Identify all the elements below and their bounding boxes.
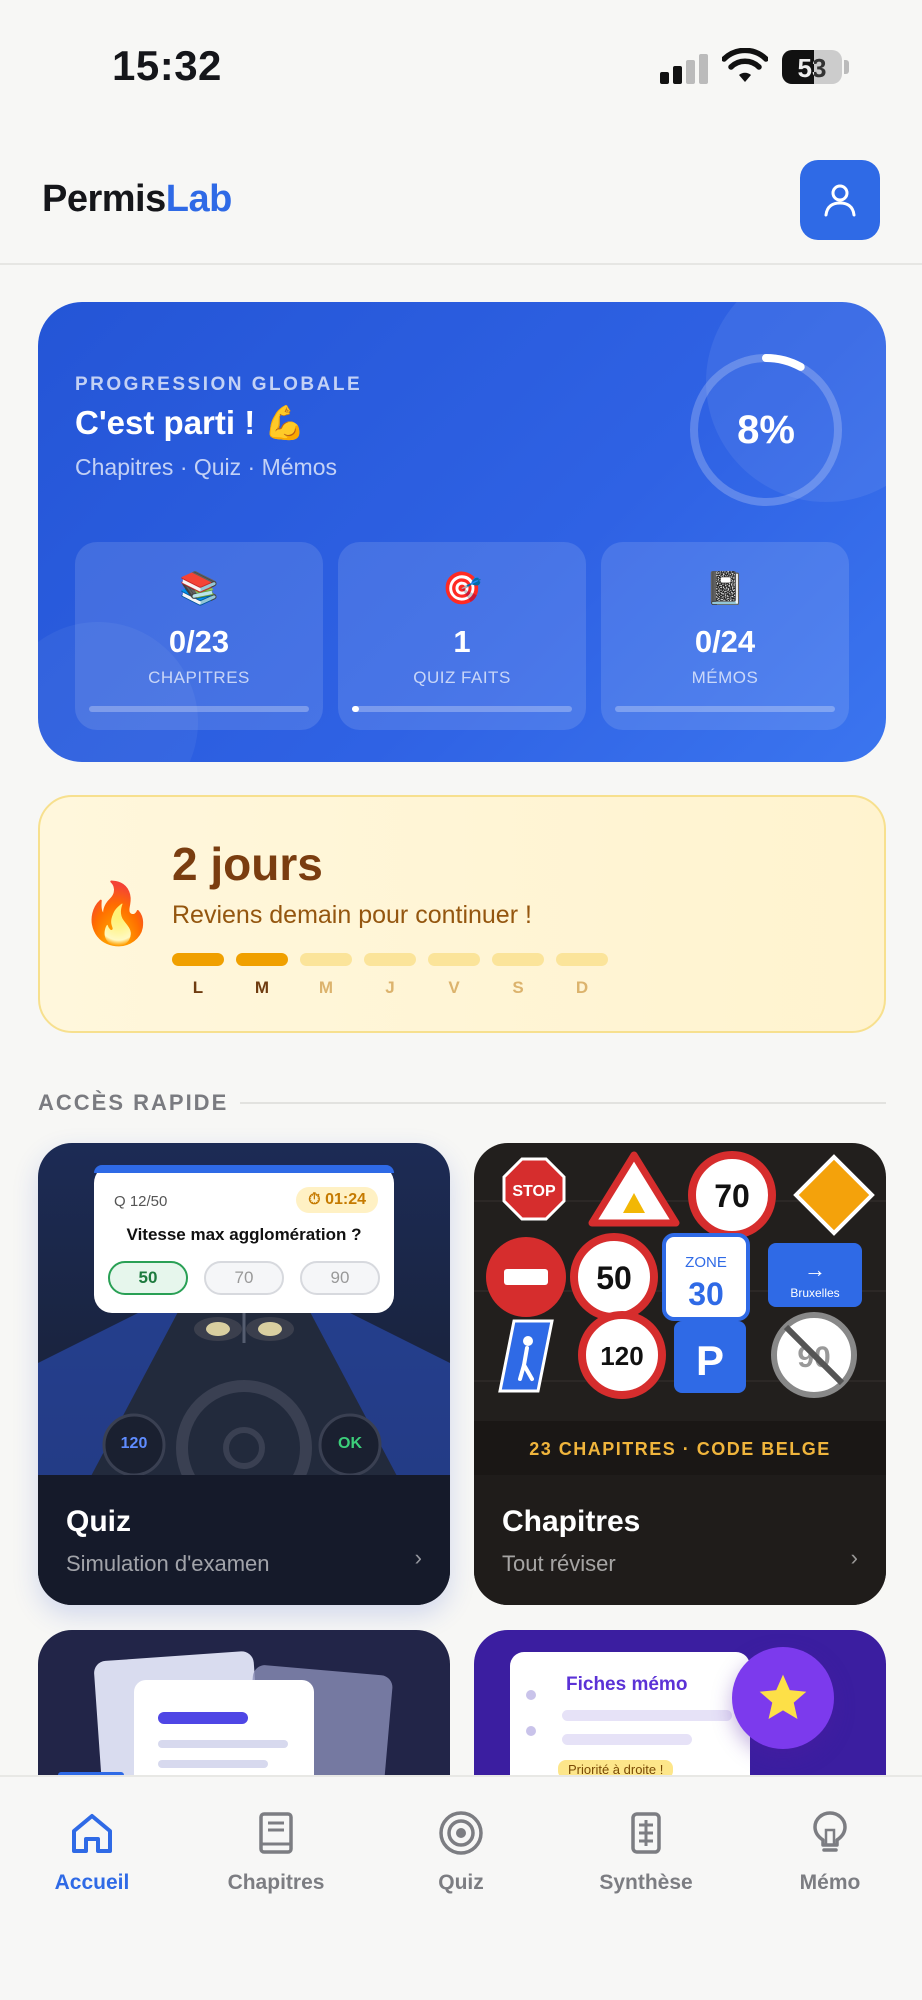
- book-icon: [259, 1812, 293, 1854]
- stat-progress-bar: [352, 706, 572, 712]
- stat-quiz: 🎯 1 QUIZ FAITS: [338, 542, 586, 730]
- answer-option: 50: [108, 1261, 188, 1295]
- star-icon: [759, 1674, 807, 1719]
- tab-label: Synthèse: [599, 1871, 693, 1894]
- favorites-button[interactable]: [732, 1647, 834, 1749]
- stat-memos: 📓 0/24 MÉMOS: [601, 542, 849, 730]
- stat-value: 1: [453, 624, 471, 659]
- tab-home[interactable]: Accueil: [12, 1805, 172, 1895]
- streak-message: Reviens demain pour continuer !: [172, 901, 532, 929]
- tab-label: Mémo: [799, 1871, 861, 1894]
- arrow-text: →: [804, 1257, 826, 1282]
- stop-sign-text: STOP: [512, 1183, 556, 1200]
- wifi-icon: [722, 48, 768, 82]
- section-title: ACCÈS RAPIDE: [38, 1090, 229, 1115]
- synthesis-tile[interactable]: [38, 1630, 450, 1780]
- zone-number: 30: [688, 1276, 724, 1312]
- answer-option: 90: [300, 1261, 380, 1295]
- stat-label: CHAPITRES: [148, 668, 250, 687]
- quiz-tile[interactable]: 120 OK Q 12/50 ⏱ 01:24 Vitesse max agglo…: [38, 1143, 450, 1605]
- city-text: Bruxelles: [790, 1286, 839, 1300]
- stat-value: 0/24: [694, 624, 756, 659]
- app-logo: PermisLab: [42, 178, 232, 220]
- battery-level: 53: [797, 53, 827, 83]
- streak-card[interactable]: 🔥 2 jours Reviens demain pour continuer …: [38, 795, 886, 1033]
- section-divider: [240, 1102, 886, 1104]
- streak-day: J: [364, 953, 416, 998]
- streak-day: D: [556, 953, 608, 998]
- streak-day: L: [172, 953, 224, 998]
- status-bar: 15:32 53: [0, 0, 922, 140]
- progress-kicker: PROGRESSION GLOBALE: [75, 374, 363, 395]
- gauge-left-label: 120: [120, 1435, 148, 1452]
- tab-synthesis[interactable]: Synthèse: [566, 1805, 726, 1895]
- cellular-signal-icon: [660, 52, 710, 84]
- streak-day: S: [492, 953, 544, 998]
- speed-50-text: 50: [596, 1260, 632, 1296]
- chevron-right-icon: ›: [414, 1545, 422, 1570]
- streak-days: 2 jours: [172, 838, 323, 890]
- speed-120-text: 120: [600, 1341, 643, 1371]
- stat-chapters: 📚 0/23 CHAPITRES: [75, 542, 323, 730]
- tab-memo[interactable]: Mémo: [750, 1805, 910, 1895]
- home-icon: [72, 1814, 112, 1853]
- tile-subtitle: Simulation d'examen: [66, 1551, 270, 1576]
- quiz-preview-card: Q 12/50 ⏱ 01:24 Vitesse max agglomératio…: [94, 1165, 394, 1313]
- progress-title: C'est parti ! 💪: [75, 404, 306, 441]
- tab-label: Accueil: [54, 1871, 130, 1894]
- status-time: 15:32: [112, 42, 222, 89]
- memo-card-title: Fiches mémo: [566, 1674, 688, 1695]
- lightbulb-icon: [813, 1811, 847, 1852]
- gauge-right-label: OK: [338, 1435, 362, 1452]
- tile-footer: [38, 1475, 450, 1605]
- tile-subtitle: Tout réviser: [502, 1551, 616, 1576]
- progress-card: PROGRESSION GLOBALE C'est parti ! 💪 Chap…: [38, 302, 886, 762]
- tab-label: Chapitres: [227, 1871, 325, 1894]
- progress-percent: 8%: [737, 407, 795, 452]
- streak-day: M: [236, 953, 288, 998]
- app-header: PermisLab: [0, 140, 922, 265]
- document-icon: [631, 1812, 661, 1854]
- road-signs-illustration: STOP 70 50 ZONE 30 → Bruxelles 120 P: [474, 1151, 886, 1399]
- streak-day: V: [428, 953, 480, 998]
- target-icon: 🎯: [442, 570, 482, 606]
- chevron-right-icon: ›: [850, 1545, 858, 1570]
- stat-progress-bar: [615, 706, 835, 712]
- chapters-tile[interactable]: STOP 70 50 ZONE 30 → Bruxelles 120 P 23 …: [474, 1143, 886, 1605]
- fire-icon: 🔥: [80, 880, 155, 947]
- tile-title: Chapitres: [502, 1505, 641, 1538]
- books-icon: 📚: [179, 570, 219, 606]
- zone-text: ZONE: [685, 1254, 727, 1271]
- stat-label: QUIZ FAITS: [413, 668, 511, 687]
- stat-value: 0/23: [168, 624, 230, 659]
- tab-label: Quiz: [438, 1871, 484, 1894]
- question-text: Vitesse max agglomération ?: [126, 1225, 362, 1244]
- bottom-tab-bar: Accueil Chapitres Quiz Synthèse Mémo: [0, 1775, 922, 2000]
- streak-day: M: [300, 953, 352, 998]
- battery-icon: 53: [782, 50, 842, 84]
- parking-text: P: [696, 1337, 724, 1384]
- notebook-icon: 📓: [705, 570, 745, 606]
- stat-progress-bar: [89, 706, 309, 712]
- stat-label: MÉMOS: [691, 668, 759, 687]
- user-icon: [824, 184, 856, 217]
- tab-quiz[interactable]: Quiz: [381, 1805, 541, 1895]
- tab-chapters[interactable]: Chapitres: [196, 1805, 356, 1895]
- answer-option: 70: [204, 1261, 284, 1295]
- tile-footer: [474, 1475, 886, 1605]
- tile-title: Quiz: [66, 1505, 131, 1538]
- timer-badge: ⏱ 01:24: [296, 1187, 378, 1213]
- speed-70-text: 70: [714, 1178, 750, 1214]
- question-number: Q 12/50: [114, 1193, 168, 1210]
- chapters-banner: 23 CHAPITRES · CODE BELGE: [474, 1421, 886, 1477]
- target-icon: [439, 1811, 483, 1855]
- progress-subtitle: Chapitres · Quiz · Mémos: [75, 454, 338, 480]
- profile-button[interactable]: [800, 160, 880, 240]
